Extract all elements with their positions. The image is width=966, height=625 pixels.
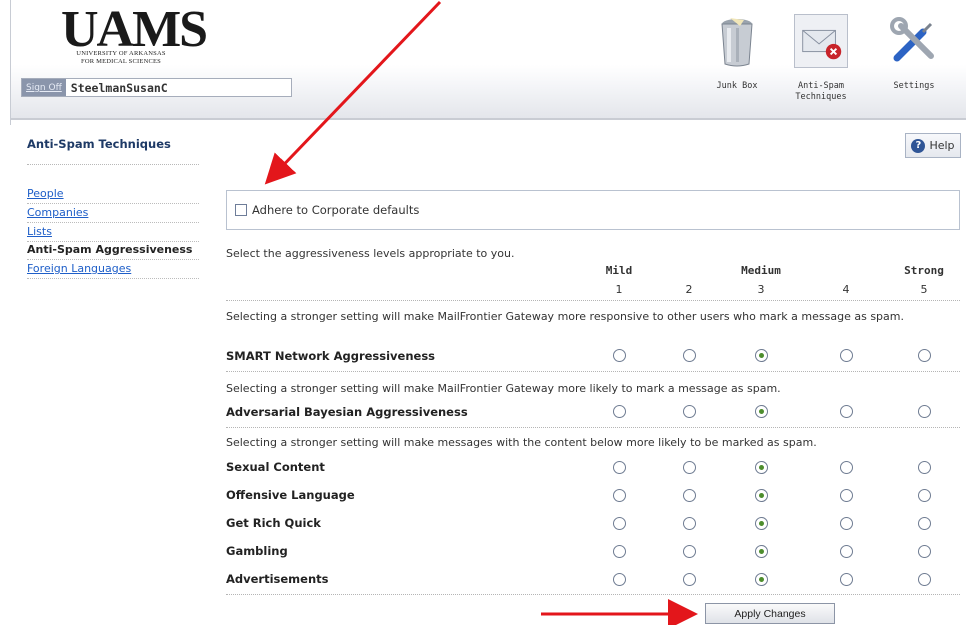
annotation-arrow-checkbox <box>264 0 442 185</box>
annotation-arrows <box>264 0 698 625</box>
